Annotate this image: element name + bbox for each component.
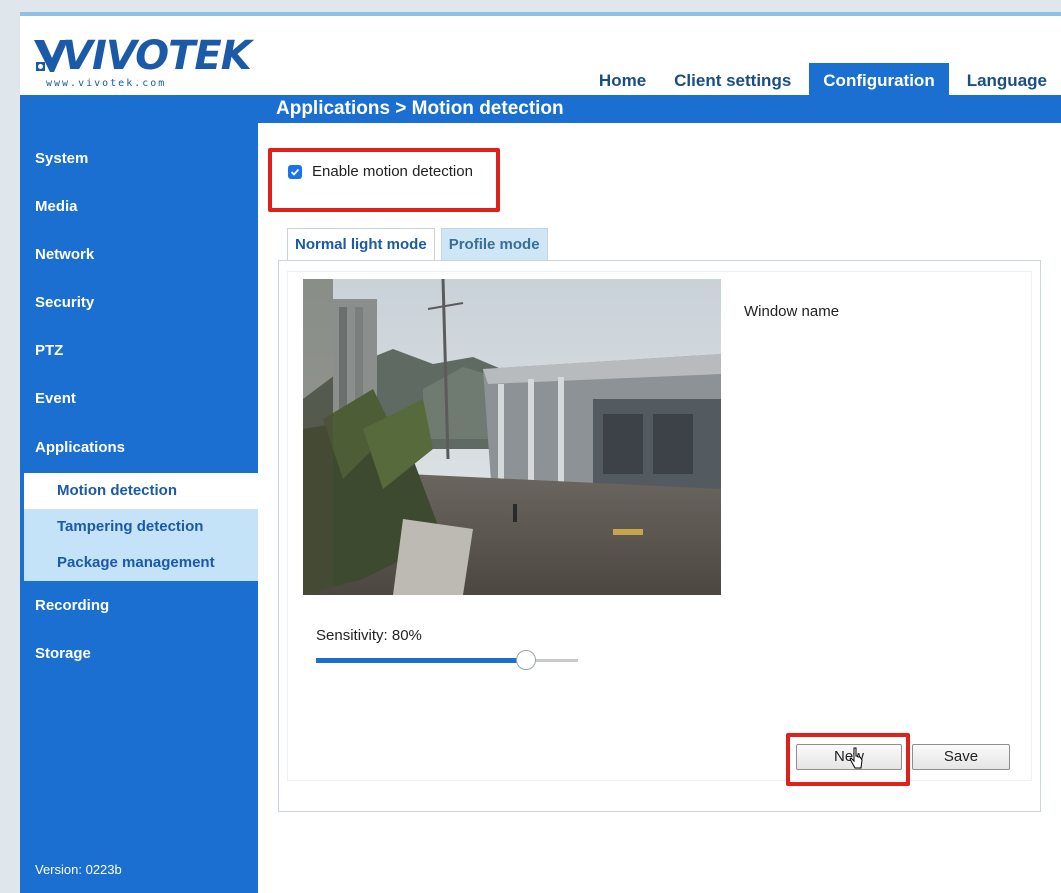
sidebar-item-recording[interactable]: Recording [20, 586, 258, 626]
mode-tabs: Normal light mode Profile mode [287, 228, 554, 261]
page-title-bar: Applications > Motion detection [20, 95, 1061, 123]
sidebar-item-media[interactable]: Media [20, 187, 258, 227]
nav-language[interactable]: Language [953, 63, 1061, 99]
sidebar-item-system[interactable]: System [20, 139, 258, 179]
sensitivity-slider[interactable] [316, 649, 578, 671]
sidebar-subitem-package-management[interactable]: Package management [24, 545, 258, 581]
breadcrumb: Applications > Motion detection [276, 98, 564, 119]
slider-track-fill [316, 658, 526, 663]
sidebar-subitem-tampering-detection[interactable]: Tampering detection [24, 509, 258, 545]
motion-detection-panel: Window name Sensitivity: 80% New Save [278, 260, 1041, 812]
highlight-box-new [786, 733, 910, 786]
sidebar-item-ptz[interactable]: PTZ [20, 331, 258, 371]
logo-text: VIVOTEK [62, 33, 252, 79]
header: VIVOTEK www.vivotek.com Home Client sett… [20, 16, 1061, 99]
highlight-box-enable [268, 148, 500, 212]
tab-normal-light-mode[interactable]: Normal light mode [287, 228, 435, 261]
vivotek-logo[interactable]: VIVOTEK www.vivotek.com [32, 34, 252, 92]
sidebar-item-event[interactable]: Event [20, 379, 258, 419]
save-button[interactable]: Save [912, 744, 1010, 770]
camera-config-app: VIVOTEK www.vivotek.com Home Client sett… [20, 12, 1061, 893]
slider-thumb[interactable] [516, 650, 536, 670]
nav-client-settings[interactable]: Client settings [660, 63, 805, 99]
nav-configuration[interactable]: Configuration [809, 63, 949, 99]
sidebar: System Media Network Security PTZ Event … [20, 123, 258, 893]
sidebar-item-applications[interactable]: Applications [20, 428, 258, 468]
version-label: Version: 0223b [35, 862, 122, 877]
mouse-pointer-icon [849, 747, 863, 769]
nav-home[interactable]: Home [585, 63, 660, 99]
sensitivity-label: Sensitivity: 80% [316, 627, 422, 644]
camera-video-preview[interactable] [303, 279, 721, 595]
sidebar-item-security[interactable]: Security [20, 283, 258, 323]
sidebar-item-storage[interactable]: Storage [20, 634, 258, 674]
camera-scene-image [303, 279, 721, 595]
sidebar-subitem-motion-detection[interactable]: Motion detection [24, 473, 258, 509]
window-name-label: Window name [744, 303, 840, 320]
top-navigation: Home Client settings Configuration Langu… [585, 63, 1061, 99]
logo-url: www.vivotek.com [46, 78, 167, 89]
tab-profile-mode[interactable]: Profile mode [440, 228, 548, 261]
main-content: Enable motion detection Normal light mod… [258, 123, 1061, 893]
sidebar-item-network[interactable]: Network [20, 235, 258, 275]
